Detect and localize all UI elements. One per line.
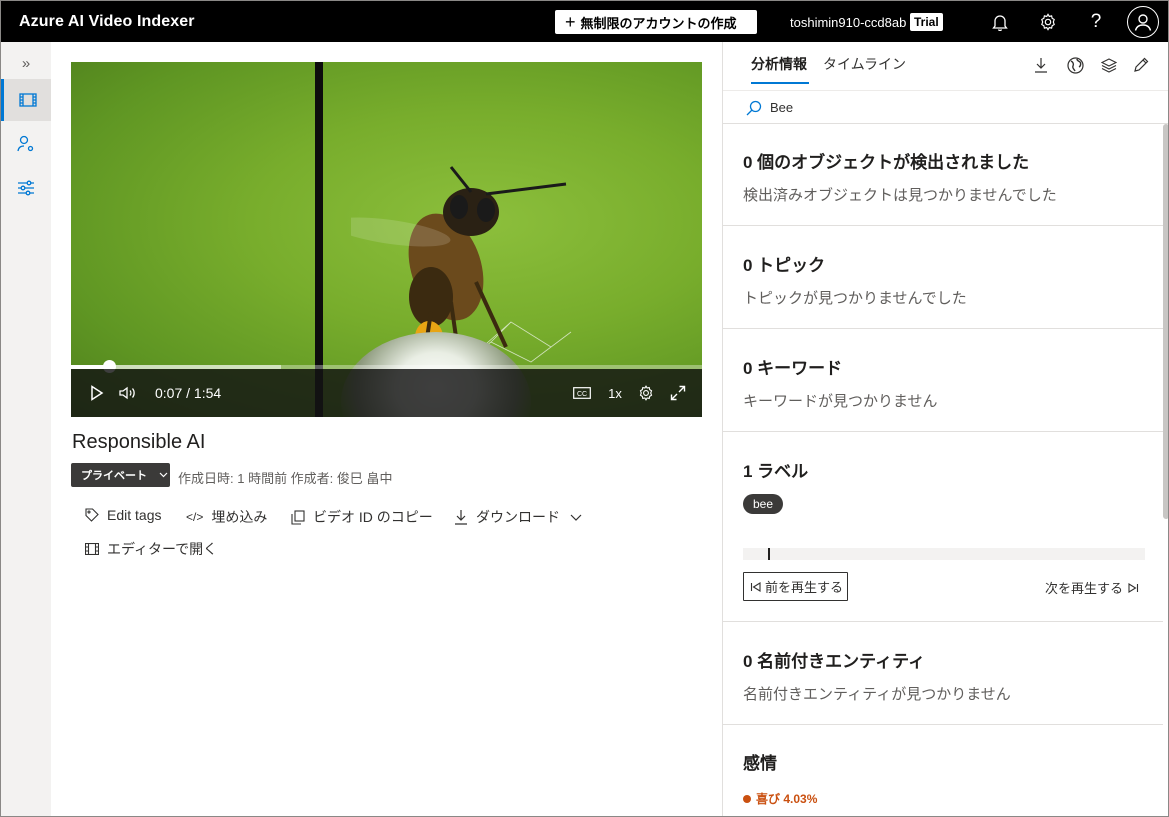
open-in-editor-button[interactable]: エディターで開く bbox=[85, 539, 217, 559]
chevron-down-icon bbox=[570, 514, 582, 521]
video-title: Responsible AI bbox=[72, 431, 206, 453]
sliders-icon bbox=[18, 180, 34, 196]
topics-section: 0 トピック トピックが見つかりませんでした bbox=[723, 226, 1163, 329]
left-rail: » bbox=[1, 42, 51, 816]
account-name[interactable]: toshimin910-ccd8ab bbox=[790, 15, 906, 30]
download-label: ダウンロード bbox=[476, 509, 560, 525]
keywords-description: キーワードが見つかりません bbox=[743, 393, 938, 410]
named-entities-description: 名前付きエンティティが見つかりません bbox=[743, 686, 1011, 703]
download-icon bbox=[454, 509, 468, 525]
emotion-joy-item[interactable]: 喜び 4.03% bbox=[743, 790, 817, 807]
topics-description: トピックが見つかりませんでした bbox=[743, 290, 967, 307]
label-chip-bee[interactable]: bee bbox=[743, 494, 784, 514]
person-settings-icon bbox=[17, 135, 34, 152]
search-bar[interactable]: Bee bbox=[723, 90, 1168, 124]
label-occurrence-marker bbox=[768, 548, 770, 560]
expand-rail-button[interactable]: » bbox=[1, 42, 51, 84]
keywords-title: 0 キーワード bbox=[743, 359, 843, 378]
rail-item-people-settings[interactable] bbox=[1, 123, 51, 165]
rail-item-customization[interactable] bbox=[1, 167, 51, 209]
named-entities-section: 0 名前付きエンティティ 名前付きエンティティが見つかりません bbox=[723, 622, 1163, 725]
play-next-button[interactable]: 次を再生する bbox=[1045, 578, 1139, 597]
volume-icon[interactable] bbox=[117, 381, 139, 405]
video-metadata: 作成日時: 1 時間前 作成者: 俊巳 畠中 bbox=[178, 471, 393, 486]
objects-title: 0 個のオブジェクトが検出されました bbox=[743, 153, 1030, 172]
video-frame-divider bbox=[315, 62, 323, 417]
topics-title: 0 トピック bbox=[743, 256, 826, 275]
time-display: 0:07 / 1:54 bbox=[155, 385, 222, 401]
player-settings-icon[interactable] bbox=[635, 381, 657, 405]
search-icon bbox=[746, 100, 762, 116]
play-previous-button[interactable]: 前を再生する bbox=[743, 572, 848, 601]
tab-insights[interactable]: 分析情報 bbox=[751, 54, 807, 74]
download-button[interactable]: ダウンロード bbox=[454, 507, 582, 527]
language-globe-icon[interactable] bbox=[1064, 54, 1086, 76]
download-insights-icon[interactable] bbox=[1030, 54, 1052, 76]
copy-icon bbox=[291, 509, 305, 525]
active-tab-indicator bbox=[751, 82, 809, 84]
plus-icon: + bbox=[565, 12, 576, 32]
video-player[interactable]: 0:07 / 1:54 CC 1x bbox=[71, 62, 702, 417]
tab-timeline[interactable]: タイムライン bbox=[823, 54, 906, 74]
panel-scrollbar[interactable] bbox=[1163, 124, 1168, 519]
fullscreen-icon[interactable] bbox=[667, 381, 689, 405]
search-input[interactable]: Bee bbox=[770, 100, 793, 115]
play-previous-label: 前を再生する bbox=[765, 580, 844, 595]
help-icon[interactable]: ? bbox=[1085, 11, 1107, 33]
edit-tags-label: Edit tags bbox=[107, 507, 162, 523]
insights-panel: 分析情報 タイムライン Bee 0 個のオブジェクトが検出されました 検出済みオ… bbox=[722, 42, 1168, 816]
keywords-section: 0 キーワード キーワードが見つかりません bbox=[723, 329, 1163, 432]
labels-title: 1 ラベル bbox=[743, 462, 809, 481]
rail-item-media[interactable] bbox=[1, 79, 51, 121]
trial-badge: Trial bbox=[910, 13, 943, 31]
objects-section: 0 個のオブジェクトが検出されました 検出済みオブジェクトは見つかりませんでした bbox=[723, 124, 1163, 226]
user-avatar[interactable] bbox=[1127, 6, 1159, 38]
settings-gear-icon[interactable] bbox=[1037, 11, 1059, 33]
film-icon bbox=[85, 543, 99, 555]
emotions-title: 感情 bbox=[743, 754, 777, 773]
copy-video-id-label: ビデオ ID のコピー bbox=[313, 509, 433, 525]
skip-next-icon bbox=[1128, 582, 1139, 593]
chevron-down-icon bbox=[159, 472, 168, 478]
app-window: Azure AI Video Indexer + 無制限のアカウントの作成 to… bbox=[0, 0, 1169, 817]
emotion-joy-label: 喜び 4.03% bbox=[756, 792, 818, 806]
create-account-label: 無制限のアカウントの作成 bbox=[580, 15, 737, 31]
open-in-editor-label: エディターで開く bbox=[107, 541, 218, 557]
edit-tags-button[interactable]: Edit tags bbox=[85, 507, 161, 523]
privacy-dropdown[interactable]: プライベート bbox=[71, 463, 170, 487]
top-bar: Azure AI Video Indexer + 無制限のアカウントの作成 to… bbox=[1, 1, 1168, 42]
play-next-label: 次を再生する bbox=[1045, 581, 1124, 596]
notifications-icon[interactable] bbox=[989, 11, 1011, 33]
embed-button[interactable]: </> 埋め込み bbox=[186, 507, 267, 527]
edit-pencil-icon[interactable] bbox=[1130, 54, 1152, 76]
objects-description: 検出済みオブジェクトは見つかりませんでした bbox=[743, 187, 1057, 204]
code-icon: </> bbox=[186, 510, 204, 524]
closed-captions-icon[interactable]: CC bbox=[571, 381, 593, 405]
player-controls: 0:07 / 1:54 CC 1x bbox=[71, 369, 702, 417]
chevron-double-right-icon: » bbox=[21, 54, 31, 72]
named-entities-title: 0 名前付きエンティティ bbox=[743, 652, 926, 671]
create-unlimited-account-button[interactable]: + 無制限のアカウントの作成 bbox=[555, 10, 757, 34]
film-icon bbox=[18, 93, 37, 107]
embed-label: 埋め込み bbox=[211, 509, 268, 525]
play-icon[interactable] bbox=[87, 381, 107, 405]
app-title: Azure AI Video Indexer bbox=[19, 13, 195, 30]
copy-video-id-button[interactable]: ビデオ ID のコピー bbox=[291, 507, 433, 527]
skip-previous-icon bbox=[750, 581, 761, 592]
label-timeline[interactable] bbox=[743, 548, 1145, 560]
playback-speed[interactable]: 1x bbox=[605, 381, 625, 405]
emotion-dot bbox=[743, 794, 751, 803]
privacy-label: プライベート bbox=[81, 470, 147, 482]
tag-icon bbox=[85, 508, 99, 522]
layers-icon[interactable] bbox=[1098, 54, 1120, 76]
svg-text:CC: CC bbox=[577, 391, 587, 398]
